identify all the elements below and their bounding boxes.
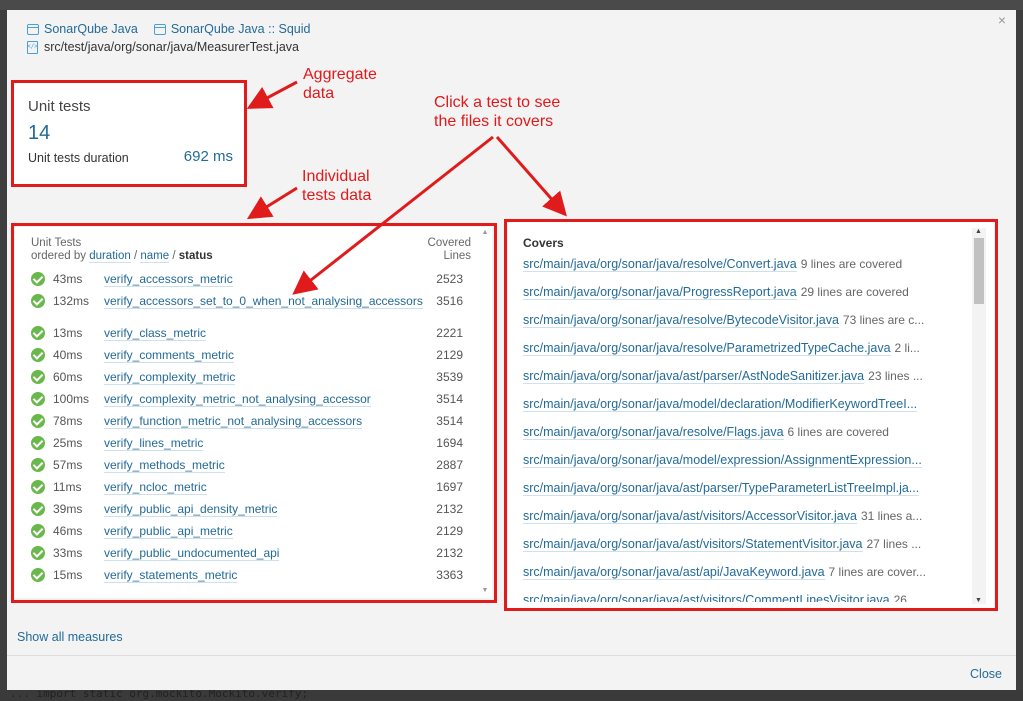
modal-footer: Close xyxy=(7,655,1016,690)
annotation-click-test: Click a test to see the files it covers xyxy=(434,94,561,130)
background-code: ... import static org.mockito.Mockito.ve… xyxy=(0,690,1023,701)
annotation-individual: Individual tests data xyxy=(302,168,372,204)
tests-highlight xyxy=(11,223,497,603)
file-icon xyxy=(27,40,38,54)
file-path: src/test/java/org/sonar/java/MeasurerTes… xyxy=(27,38,327,56)
breadcrumb: SonarQube Java SonarQube Java :: Squid s… xyxy=(27,20,327,56)
aggregate-highlight xyxy=(11,80,247,187)
breadcrumb-module-label[interactable]: SonarQube Java :: Squid xyxy=(171,22,311,36)
covers-highlight xyxy=(504,219,998,611)
project-icon xyxy=(27,23,39,35)
breadcrumb-project-label[interactable]: SonarQube Java xyxy=(44,22,138,36)
background-code-text: ... import static org.mockito.Mockito.ve… xyxy=(10,690,309,700)
close-icon[interactable]: × xyxy=(998,12,1006,28)
show-all-measures-link[interactable]: Show all measures xyxy=(17,630,123,644)
module-icon xyxy=(153,23,166,35)
breadcrumb-module[interactable]: SonarQube Java :: Squid xyxy=(153,22,311,36)
annotation-aggregate: Aggregate data xyxy=(303,66,377,102)
background-top xyxy=(0,0,1023,10)
breadcrumb-project[interactable]: SonarQube Java xyxy=(27,22,138,36)
file-path-label: src/test/java/org/sonar/java/MeasurerTes… xyxy=(44,40,299,54)
close-button[interactable]: Close xyxy=(970,667,1002,681)
